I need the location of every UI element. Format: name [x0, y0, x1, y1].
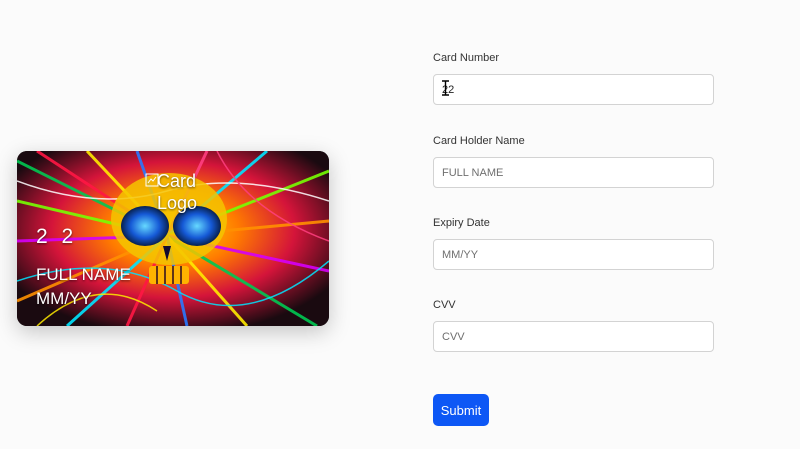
cvv-input[interactable] — [433, 321, 714, 352]
expiry-date-label: Expiry Date — [433, 217, 490, 229]
card-number-display: 2 2 — [36, 225, 78, 248]
card-expiry-display: MM/YY — [36, 289, 92, 308]
card-number-input[interactable] — [433, 74, 714, 105]
card-holder-label: Card Holder Name — [433, 135, 525, 147]
card-logo: Card Logo — [145, 170, 205, 214]
broken-image-icon — [145, 173, 159, 187]
submit-button[interactable]: Submit — [433, 394, 489, 426]
expiry-date-input[interactable] — [433, 239, 714, 270]
card-holder-input[interactable] — [433, 157, 714, 188]
card-holder-display: FULL NAME — [36, 265, 131, 284]
card-number-label: Card Number — [433, 52, 500, 64]
cvv-label: CVV — [433, 299, 456, 311]
